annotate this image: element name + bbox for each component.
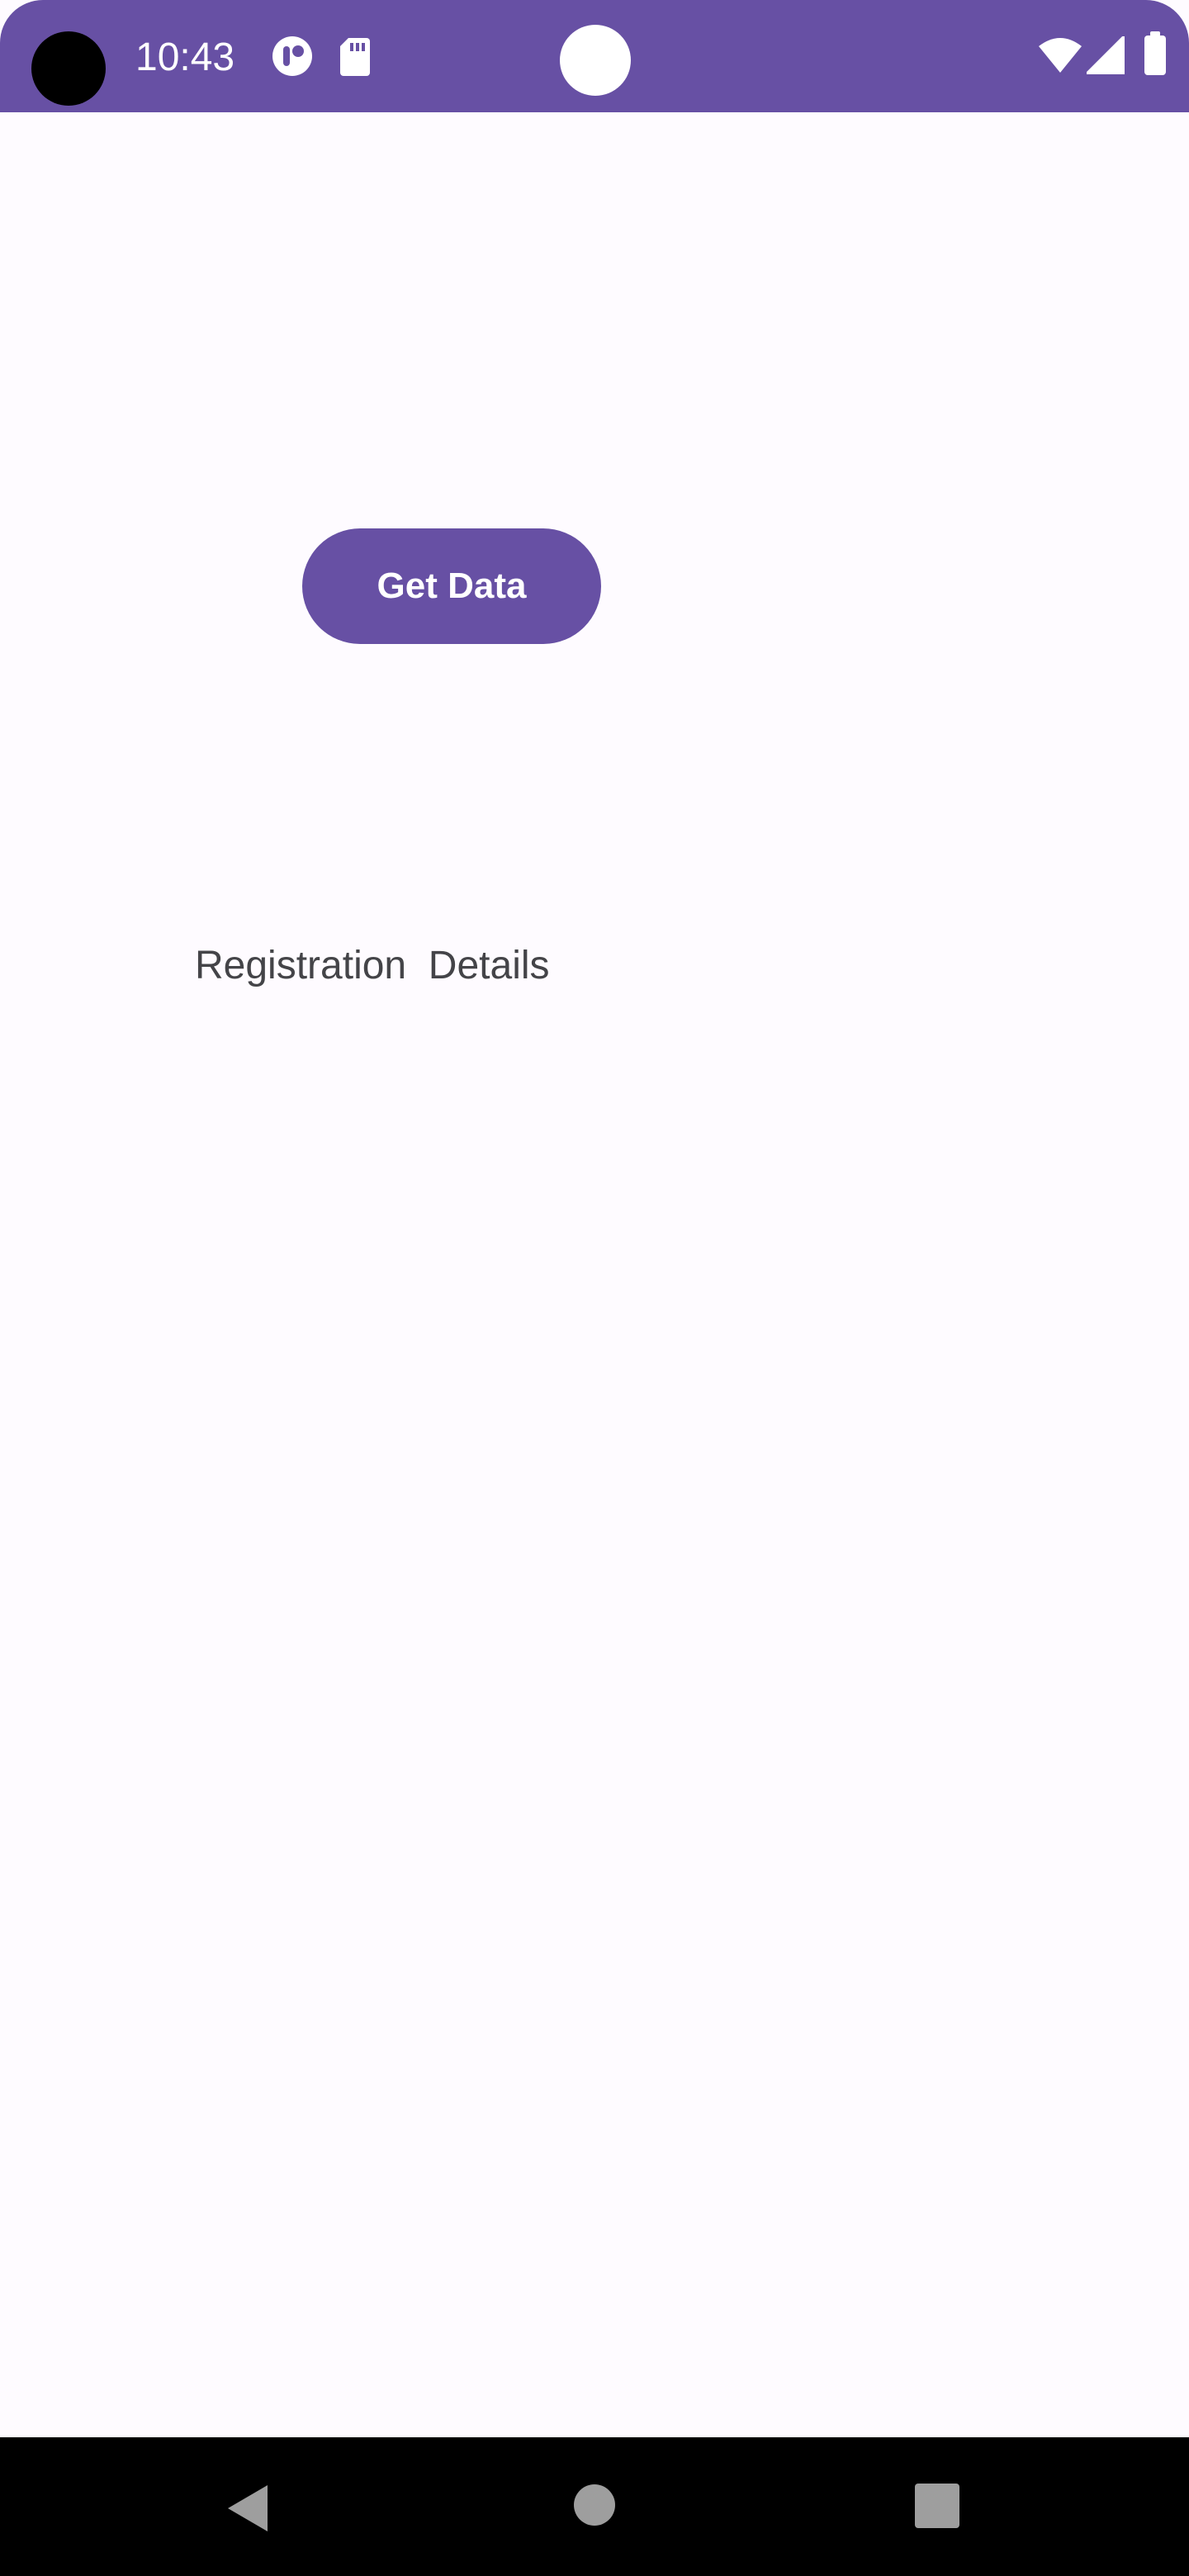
camera-cutout [31,31,106,106]
wifi-icon [1039,38,1082,73]
recents-icon[interactable] [915,2484,959,2528]
app-notification-icon [272,36,312,76]
status-time: 10:43 [135,36,235,79]
cellular-signal-icon [1087,36,1125,74]
back-icon[interactable] [225,2484,271,2533]
registration-details-label: Registration Details [195,944,550,987]
home-icon[interactable] [573,2484,616,2526]
navigation-bar [0,2437,1189,2576]
get-data-button[interactable]: Get Data [302,528,601,644]
sd-card-icon [340,38,370,76]
battery-icon [1144,31,1166,75]
center-status-dot [560,25,631,96]
status-bar: 10:43 [0,0,1189,112]
